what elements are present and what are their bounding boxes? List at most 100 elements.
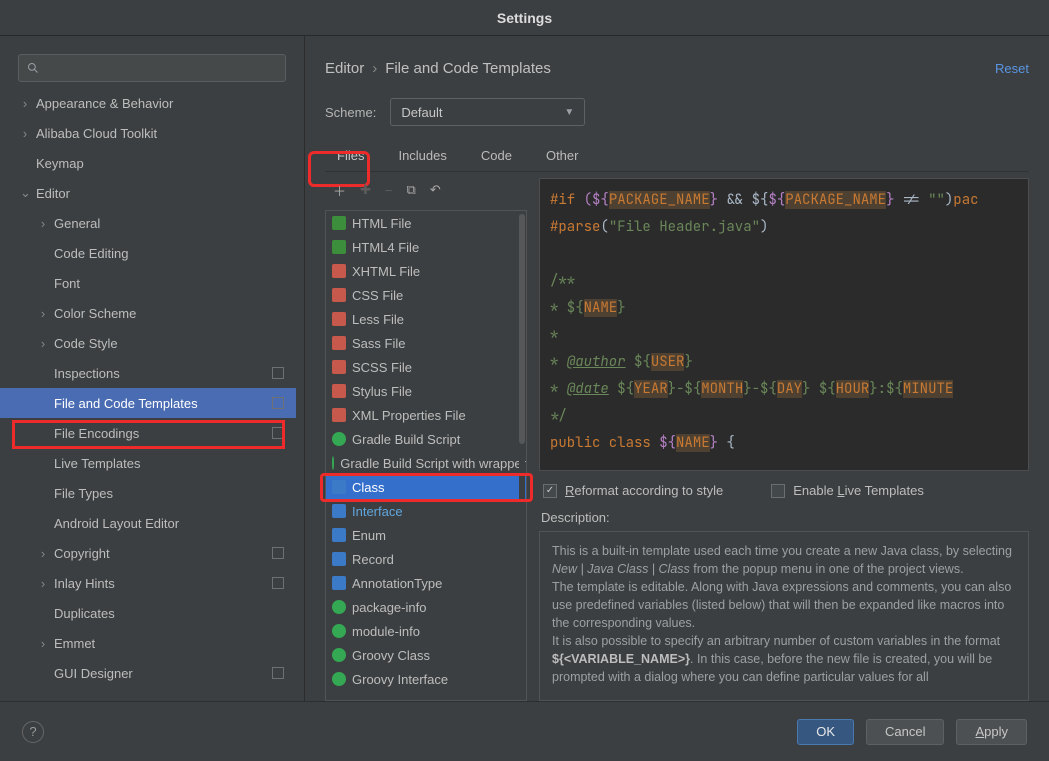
tree-node-label: Inlay Hints xyxy=(54,576,115,591)
tree-node-appearance-behavior[interactable]: ›Appearance & Behavior xyxy=(0,88,296,118)
tree-node-android-layout-editor[interactable]: Android Layout Editor xyxy=(0,508,296,538)
tree-node-file-and-code-templates[interactable]: File and Code Templates xyxy=(0,388,296,418)
file-item-groovy-interface[interactable]: Groovy Interface xyxy=(326,667,526,691)
file-item-html-file[interactable]: HTML File xyxy=(326,211,526,235)
file-item-package-info[interactable]: package-info xyxy=(326,595,526,619)
file-type-icon xyxy=(332,432,346,446)
file-item-scss-file[interactable]: SCSS File xyxy=(326,355,526,379)
tree-node-alibaba-cloud-toolkit[interactable]: ›Alibaba Cloud Toolkit xyxy=(0,118,296,148)
file-item-label: AnnotationType xyxy=(352,576,442,591)
file-item-xml-properties-file[interactable]: XML Properties File xyxy=(326,403,526,427)
file-item-annotationtype[interactable]: AnnotationType xyxy=(326,571,526,595)
window-title: Settings xyxy=(497,10,552,26)
file-item-enum[interactable]: Enum xyxy=(326,523,526,547)
scrollbar-thumb[interactable] xyxy=(519,214,525,444)
search-input[interactable] xyxy=(18,54,286,82)
file-item-html4-file[interactable]: HTML4 File xyxy=(326,235,526,259)
tree-node-gui-designer[interactable]: GUI Designer xyxy=(0,658,296,688)
chevron-icon: › xyxy=(38,216,48,231)
settings-tree[interactable]: ›Appearance & Behavior›Alibaba Cloud Too… xyxy=(0,88,304,701)
scheme-combo[interactable]: Default ▼ xyxy=(390,98,585,126)
tree-node-color-scheme[interactable]: ›Color Scheme xyxy=(0,298,296,328)
undo-icon[interactable]: ↶ xyxy=(430,182,441,198)
file-item-record[interactable]: Record xyxy=(326,547,526,571)
tree-node-live-templates[interactable]: Live Templates xyxy=(0,448,296,478)
ok-button[interactable]: OK xyxy=(797,719,854,745)
file-item-css-file[interactable]: CSS File xyxy=(326,283,526,307)
chevron-icon: › xyxy=(38,576,48,591)
reset-link[interactable]: Reset xyxy=(995,61,1029,76)
chevron-icon: › xyxy=(38,546,48,561)
file-item-gradle-build-script[interactable]: Gradle Build Script xyxy=(326,427,526,451)
file-item-label: Less File xyxy=(352,312,404,327)
tree-node-keymap[interactable]: Keymap xyxy=(0,148,296,178)
file-item-less-file[interactable]: Less File xyxy=(326,307,526,331)
tree-node-label: Appearance & Behavior xyxy=(36,96,173,111)
file-list[interactable]: HTML File HTML4 File XHTML File CSS File Les… xyxy=(325,210,527,701)
copy-icon[interactable]: ⧉ xyxy=(407,182,416,198)
apply-button[interactable]: Apply xyxy=(956,719,1027,745)
breadcrumb-b: File and Code Templates xyxy=(385,60,551,77)
tree-node-general[interactable]: ›General xyxy=(0,208,296,238)
tab-includes[interactable]: Includes xyxy=(398,148,446,169)
file-type-icon xyxy=(332,528,346,542)
tree-node-label: Code Editing xyxy=(54,246,128,261)
file-item-stylus-file[interactable]: Stylus File xyxy=(326,379,526,403)
file-item-label: Class xyxy=(352,480,385,495)
file-item-label: XML Properties File xyxy=(352,408,466,423)
file-type-icon xyxy=(332,384,346,398)
search-icon xyxy=(27,62,39,74)
file-item-groovy-class[interactable]: Groovy Class xyxy=(326,643,526,667)
chevron-icon: ⌄ xyxy=(20,185,30,201)
file-toolbar: ＋ ✚ − ⧉ ↶ xyxy=(325,178,527,202)
file-type-icon xyxy=(332,288,346,302)
cancel-button[interactable]: Cancel xyxy=(866,719,944,745)
tree-node-label: Font xyxy=(54,276,80,291)
tree-node-duplicates[interactable]: Duplicates xyxy=(0,598,296,628)
file-item-sass-file[interactable]: Sass File xyxy=(326,331,526,355)
add-icon[interactable]: ＋ xyxy=(333,181,346,200)
help-button[interactable]: ? xyxy=(22,721,44,743)
tree-node-inlay-hints[interactable]: › Inlay Hints xyxy=(0,568,296,598)
file-item-interface[interactable]: Interface xyxy=(326,499,526,523)
file-item-label: SCSS File xyxy=(352,360,412,375)
tree-node-font[interactable]: Font xyxy=(0,268,296,298)
tree-node-file-types[interactable]: File Types xyxy=(0,478,296,508)
chevron-icon: › xyxy=(38,336,48,351)
tree-node-label: Duplicates xyxy=(54,606,115,621)
minus-icon[interactable]: − xyxy=(385,183,393,198)
tree-node-file-encodings[interactable]: File Encodings xyxy=(0,418,296,448)
file-item-label: XHTML File xyxy=(352,264,420,279)
breadcrumb: Editor › File and Code Templates xyxy=(325,60,551,77)
tabs: Files Includes Code Other xyxy=(325,148,1029,169)
tab-code[interactable]: Code xyxy=(481,148,512,169)
tree-node-inspections[interactable]: Inspections xyxy=(0,358,296,388)
file-item-gradle-build-script-with-wrapper[interactable]: Gradle Build Script with wrapper xyxy=(326,451,526,475)
add-from-icon: ✚ xyxy=(360,182,371,198)
chevron-icon: › xyxy=(38,636,48,651)
file-item-label: HTML File xyxy=(352,216,411,231)
tree-node-code-style[interactable]: ›Code Style xyxy=(0,328,296,358)
file-type-icon xyxy=(332,672,346,686)
file-item-xhtml-file[interactable]: XHTML File xyxy=(326,259,526,283)
file-type-icon xyxy=(332,336,346,350)
file-item-label: Record xyxy=(352,552,394,567)
reformat-checkbox[interactable]: Reformat according to style xyxy=(543,483,723,498)
file-item-module-info[interactable]: module-info xyxy=(326,619,526,643)
tab-files[interactable]: Files xyxy=(337,148,364,169)
template-editor[interactable]: #if (${PACKAGE_NAME} && ${${PACKAGE_NAME… xyxy=(539,178,1029,471)
tree-node-label: Alibaba Cloud Toolkit xyxy=(36,126,157,141)
live-templates-checkbox[interactable]: Enable Live Templates xyxy=(771,483,924,498)
tree-node-copyright[interactable]: ›Copyright xyxy=(0,538,296,568)
file-type-icon xyxy=(332,216,346,230)
file-type-icon xyxy=(332,240,346,254)
tree-node-emmet[interactable]: ›Emmet xyxy=(0,628,296,658)
tree-node-editor[interactable]: ⌄Editor xyxy=(0,178,296,208)
checkbox-icon xyxy=(771,484,785,498)
breadcrumb-a: Editor xyxy=(325,60,364,77)
file-item-label: Groovy Interface xyxy=(352,672,448,687)
file-item-class[interactable]: Class xyxy=(326,475,526,499)
tab-other[interactable]: Other xyxy=(546,148,579,169)
tree-node-code-editing[interactable]: Code Editing xyxy=(0,238,296,268)
file-item-label: Stylus File xyxy=(352,384,412,399)
